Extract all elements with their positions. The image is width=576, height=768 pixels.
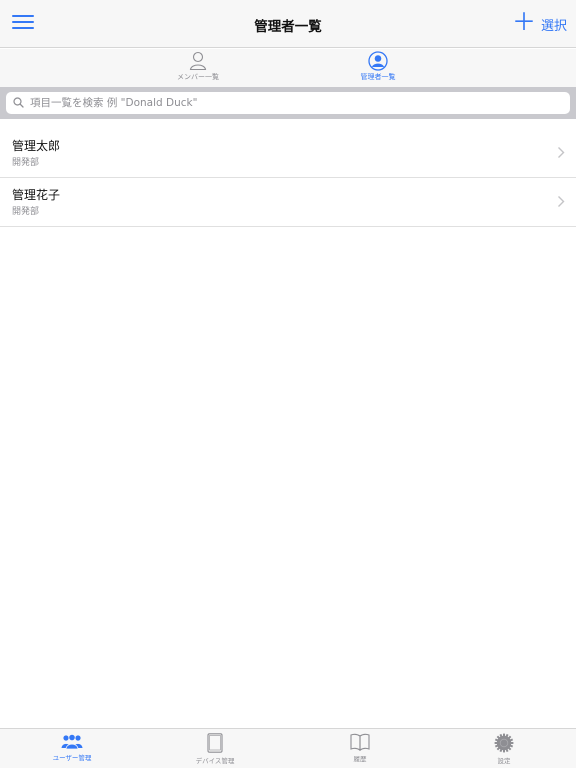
search-bar <box>0 87 576 119</box>
tab-bar: ユーザー管理 デバイス管理 履歴 設定 <box>0 728 576 768</box>
search-icon <box>13 97 24 108</box>
tab-admin-list[interactable]: 管理者一覧 <box>318 51 438 87</box>
list-item-department: 開発部 <box>12 207 40 217</box>
admin-list: 管理太郎 開発部 管理花子 開発部 <box>0 129 576 227</box>
list-item[interactable]: 管理花子 開発部 <box>0 178 576 227</box>
segment-bar: メンバー一覧 管理者一覧 <box>0 49 576 87</box>
tab-device-management[interactable]: デバイス管理 <box>165 733 265 768</box>
tab-user-management[interactable]: ユーザー管理 <box>22 733 122 768</box>
page-title: 管理者一覧 <box>254 19 322 35</box>
tab-settings[interactable]: 設定 <box>454 733 554 768</box>
list-item[interactable]: 管理太郎 開発部 <box>0 129 576 178</box>
search-input[interactable] <box>30 94 560 112</box>
book-icon <box>350 733 370 751</box>
person-outline-icon <box>189 51 207 71</box>
tab-member-list-label: メンバー一覧 <box>177 73 219 81</box>
tab-device-management-label: デバイス管理 <box>195 757 235 765</box>
tab-history[interactable]: 履歴 <box>310 733 410 768</box>
navigation-bar: 管理者一覧 ＋ 選択 <box>0 0 576 48</box>
tab-settings-label: 設定 <box>497 757 511 765</box>
tab-history-label: 履歴 <box>353 755 367 763</box>
chevron-right-icon <box>558 196 565 207</box>
chevron-right-icon <box>558 147 565 158</box>
tab-admin-list-label: 管理者一覧 <box>360 73 396 81</box>
gear-icon <box>494 733 514 753</box>
tab-user-management-label: ユーザー管理 <box>52 754 92 762</box>
person-circle-icon <box>368 51 388 71</box>
list-item-name: 管理太郎 <box>12 139 61 153</box>
list-item-name: 管理花子 <box>12 188 61 202</box>
select-button[interactable]: 選択 <box>541 15 567 34</box>
add-button[interactable]: ＋ <box>512 10 536 36</box>
hamburger-menu-icon[interactable] <box>12 15 34 33</box>
users-group-icon <box>61 733 83 750</box>
list-item-department: 開発部 <box>12 158 40 168</box>
tab-member-list[interactable]: メンバー一覧 <box>138 51 258 87</box>
search-box[interactable] <box>6 92 570 114</box>
tablet-icon <box>207 733 223 753</box>
